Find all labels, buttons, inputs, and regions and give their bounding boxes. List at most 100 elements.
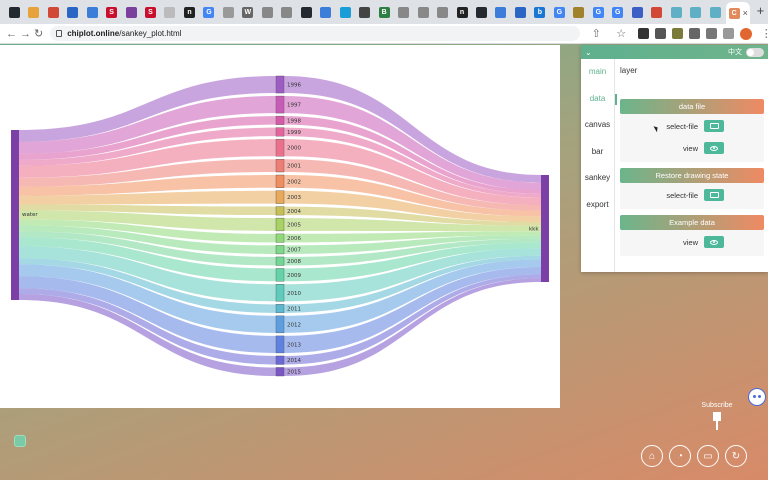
browser-tab[interactable]	[84, 3, 100, 21]
wechat-icon[interactable]: ◔	[669, 445, 691, 467]
view-button[interactable]	[704, 142, 724, 154]
bookmark-star-icon[interactable]: ☆	[613, 26, 629, 42]
browser-tab[interactable]	[220, 3, 236, 21]
sankey-node	[275, 138, 285, 157]
sankey-target-label: kkk	[529, 227, 539, 233]
browser-tab[interactable]	[434, 3, 450, 21]
tab-icon	[651, 6, 663, 18]
browser-tab[interactable]: G	[551, 3, 567, 21]
browser-tab[interactable]	[415, 3, 431, 21]
browser-tab[interactable]: G	[201, 3, 217, 21]
browser-tab[interactable]	[473, 3, 489, 21]
browser-tab[interactable]: G	[610, 3, 626, 21]
reload-icon[interactable]: ↻	[34, 26, 43, 42]
sankey-node-label: 2013	[287, 342, 301, 348]
sankey-node	[275, 95, 285, 114]
panel-content: layer data file select-file view Restore…	[615, 59, 768, 272]
mail-icon	[47, 6, 59, 18]
browser-tab-strip: S Sn G W Bn b G G G C × +	[0, 0, 768, 24]
view-button[interactable]	[704, 236, 724, 248]
browser-tab[interactable]: S	[142, 3, 158, 21]
browser-tab[interactable]: B	[376, 3, 392, 21]
google-icon: G	[203, 6, 215, 18]
sankey-node	[275, 268, 285, 282]
browser-tab[interactable]	[64, 3, 80, 21]
menu-item-data[interactable]: data	[581, 92, 617, 119]
browser-tab[interactable]	[298, 3, 314, 21]
sankey-node	[275, 367, 285, 377]
language-switch: 中文	[728, 47, 764, 57]
browser-tab[interactable]	[6, 3, 22, 21]
card-row: view	[620, 230, 764, 252]
extension-icon[interactable]	[638, 28, 650, 39]
browser-tab[interactable]	[395, 3, 411, 21]
browser-tab[interactable]	[259, 3, 275, 21]
sidepanel-icon[interactable]	[723, 28, 735, 39]
browser-tab[interactable]: W	[240, 3, 256, 21]
new-tab-button[interactable]: +	[753, 4, 768, 20]
browser-tab[interactable]	[571, 3, 587, 21]
browser-tab[interactable]	[337, 3, 353, 21]
back-icon[interactable]: ←	[6, 26, 17, 42]
extensions-puzzle-icon[interactable]	[689, 28, 701, 39]
footer-icon-bar: ⌂ ◔ ▭ ↻	[641, 445, 747, 467]
sankey-node	[275, 315, 285, 334]
github-icon	[8, 6, 20, 18]
select-file-button[interactable]	[704, 120, 724, 132]
tab-icon	[164, 6, 176, 18]
browser-tab[interactable]: n	[454, 3, 470, 21]
menu-item-main[interactable]: main	[581, 65, 614, 92]
share-icon[interactable]: ⇧	[588, 26, 604, 42]
select-file-button[interactable]	[704, 189, 724, 201]
address-bar[interactable]: chiplot.online/sankey_plot.html	[50, 26, 581, 41]
close-tab-icon[interactable]: ×	[743, 8, 748, 18]
reading-list-icon[interactable]	[706, 28, 718, 39]
browser-tab[interactable]	[123, 3, 139, 21]
browser-tab[interactable]	[356, 3, 372, 21]
browser-tab[interactable]	[668, 3, 684, 21]
forward-icon[interactable]: →	[20, 26, 31, 42]
card-row: view	[620, 136, 764, 158]
browser-tab[interactable]	[162, 3, 178, 21]
menu-item-canvas[interactable]: canvas	[581, 118, 614, 145]
browser-tab[interactable]: n	[181, 3, 197, 21]
profile-avatar-icon[interactable]	[740, 27, 753, 40]
tv-icon[interactable]: ▭	[697, 445, 719, 467]
browser-tab[interactable]	[25, 3, 41, 21]
browser-tab[interactable]	[648, 3, 664, 21]
browser-tab[interactable]	[687, 3, 703, 21]
refresh-icon[interactable]: ↻	[725, 445, 747, 467]
sidebar-toggle-button[interactable]	[14, 435, 26, 447]
browser-tab[interactable]	[512, 3, 528, 21]
eye-icon	[710, 145, 718, 151]
extension-icon[interactable]	[655, 28, 667, 39]
browser-tab[interactable]	[318, 3, 334, 21]
sankey-node-label: 2009	[287, 273, 301, 279]
menu-item-bar[interactable]: bar	[581, 145, 614, 172]
browser-tab[interactable]	[45, 3, 61, 21]
card-title: data file	[620, 99, 764, 114]
extension-icon[interactable]	[672, 28, 684, 39]
wikipedia-icon: W	[242, 6, 254, 18]
browser-tab[interactable]: b	[532, 3, 548, 21]
menu-item-export[interactable]: export	[581, 198, 614, 225]
sankey-node-target	[541, 175, 549, 282]
subscribe-widget[interactable]: Subscribe	[697, 402, 737, 432]
browser-tab[interactable]: C ×	[726, 2, 751, 24]
sankey-source-label: water	[22, 212, 38, 218]
browser-tab[interactable]: G	[590, 3, 606, 21]
browser-tab[interactable]	[279, 3, 295, 21]
browser-tab[interactable]	[629, 3, 645, 21]
assistant-robot-icon[interactable]	[748, 388, 766, 406]
menu-item-sankey[interactable]: sankey	[581, 171, 614, 198]
browser-tab[interactable]: S	[103, 3, 119, 21]
collapse-chevron-icon[interactable]: ⌄	[585, 48, 592, 57]
url-domain: chiplot.online	[67, 29, 120, 38]
sankey-node	[275, 245, 285, 255]
home-icon[interactable]: ⌂	[641, 445, 663, 467]
github-icon	[475, 6, 487, 18]
language-toggle[interactable]	[746, 47, 764, 57]
browser-tab[interactable]	[493, 3, 509, 21]
browser-tab[interactable]	[707, 3, 723, 21]
browser-menu-icon[interactable]: ⋮	[758, 26, 768, 42]
